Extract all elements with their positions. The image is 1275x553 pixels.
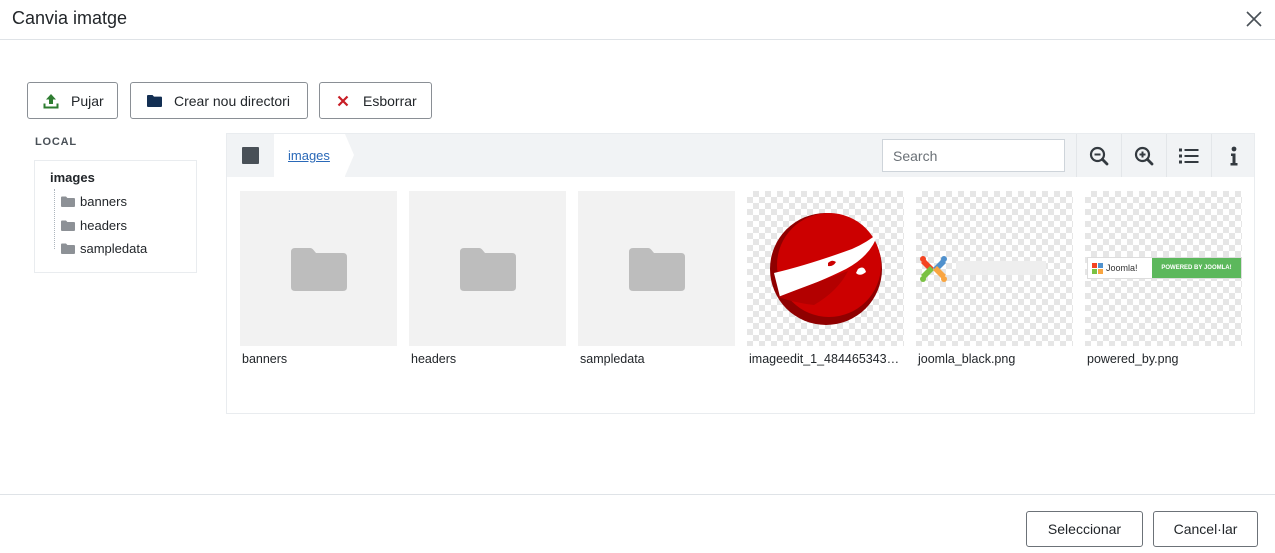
close-button[interactable] <box>1243 8 1265 30</box>
item-name: sampledata <box>580 352 645 366</box>
breadcrumb-images[interactable]: images <box>288 148 330 163</box>
item-name: headers <box>411 352 457 366</box>
image-thumbnail <box>916 191 1073 346</box>
image-thumbnail <box>747 191 904 346</box>
item-name: imageedit_1_4844653437.png <box>749 352 904 366</box>
folder-thumbnail <box>409 191 566 346</box>
delete-button[interactable]: Esborrar <box>319 82 432 119</box>
directory-tree: images banners headers sampledata <box>34 160 197 273</box>
list-view-button[interactable] <box>1166 134 1210 177</box>
list-icon <box>1178 148 1198 163</box>
item-name: banners <box>242 352 288 366</box>
modal-header: Canvia imatge <box>0 0 1275 40</box>
folder-icon <box>61 196 75 207</box>
info-icon <box>1230 146 1237 165</box>
delete-label: Esborrar <box>363 92 417 109</box>
zoom-in-button[interactable] <box>1121 134 1165 177</box>
upload-button[interactable]: Pujar <box>27 82 118 119</box>
upload-icon <box>43 93 59 108</box>
joomla-logo-text: Joomla! <box>1106 263 1138 273</box>
red-logo-image <box>769 212 882 325</box>
create-folder-button[interactable]: Crear nou directori <box>130 82 308 119</box>
folder-icon <box>61 220 75 231</box>
modal-title: Canvia imatge <box>12 8 128 28</box>
browser-item-headers[interactable]: headers <box>409 191 566 366</box>
folder-thumbnail <box>578 191 735 346</box>
folder-icon <box>147 95 162 107</box>
tree-item-banners[interactable]: banners <box>61 193 127 209</box>
powered-by-banner-image: Joomla! POWERED BY JOOMLA! <box>1087 257 1242 279</box>
browser-item-banners[interactable]: banners <box>240 191 397 366</box>
tree-item-label: headers <box>80 217 127 233</box>
select-all-checkbox[interactable] <box>242 147 259 164</box>
close-icon <box>1246 11 1262 27</box>
tree-item-label: banners <box>80 193 127 209</box>
browser-item-joomla-black[interactable]: joomla_black.png <box>916 191 1073 366</box>
folder-icon <box>459 247 516 291</box>
browser-item-imageedit[interactable]: imageedit_1_4844653437.png <box>747 191 904 366</box>
tree-item-label: sampledata <box>80 240 148 256</box>
media-browser: images Search banners headers sampledata… <box>226 133 1255 414</box>
upload-label: Pujar <box>71 92 104 109</box>
breadcrumb: images <box>274 134 345 177</box>
item-name: powered_by.png <box>1087 352 1179 366</box>
create-folder-label: Crear nou directori <box>174 92 290 109</box>
tree-item-headers[interactable]: headers <box>61 217 127 233</box>
delete-icon <box>337 95 349 106</box>
cancel-button[interactable]: Cancel·lar <box>1153 511 1258 547</box>
zoom-out-icon <box>1089 146 1108 165</box>
folder-thumbnail <box>240 191 397 346</box>
browser-item-powered-by[interactable]: Joomla! POWERED BY JOOMLA! powered_by.pn… <box>1085 191 1242 366</box>
search-input[interactable] <box>882 139 1065 172</box>
select-button[interactable]: Seleccionar <box>1026 511 1143 547</box>
folder-icon <box>61 243 75 254</box>
item-name: joomla_black.png <box>918 352 1016 366</box>
folder-icon <box>290 247 347 291</box>
breadcrumb-arrow <box>345 134 354 176</box>
folder-icon <box>628 247 685 291</box>
modal-footer: Seleccionar Cancel·lar <box>0 494 1275 553</box>
tree-connector <box>54 189 55 249</box>
image-thumbnail: Joomla! POWERED BY JOOMLA! <box>1085 191 1242 346</box>
tree-root-images[interactable]: images <box>50 170 95 185</box>
tree-heading: LOCAL <box>35 136 77 148</box>
joomla-logo-image <box>920 255 1046 282</box>
joomla-mini-logo: Joomla! <box>1088 258 1152 278</box>
tree-item-sampledata[interactable]: sampledata <box>61 240 147 256</box>
zoom-out-button[interactable] <box>1076 134 1120 177</box>
joomla-icon <box>1092 262 1103 274</box>
powered-by-text: POWERED BY JOOMLA! <box>1161 265 1232 271</box>
browser-toolbar: images <box>227 134 1254 177</box>
powered-by-green: POWERED BY JOOMLA! <box>1152 258 1241 278</box>
info-button[interactable] <box>1211 134 1255 177</box>
zoom-in-icon <box>1134 146 1153 165</box>
browser-item-sampledata[interactable]: sampledata <box>578 191 735 366</box>
